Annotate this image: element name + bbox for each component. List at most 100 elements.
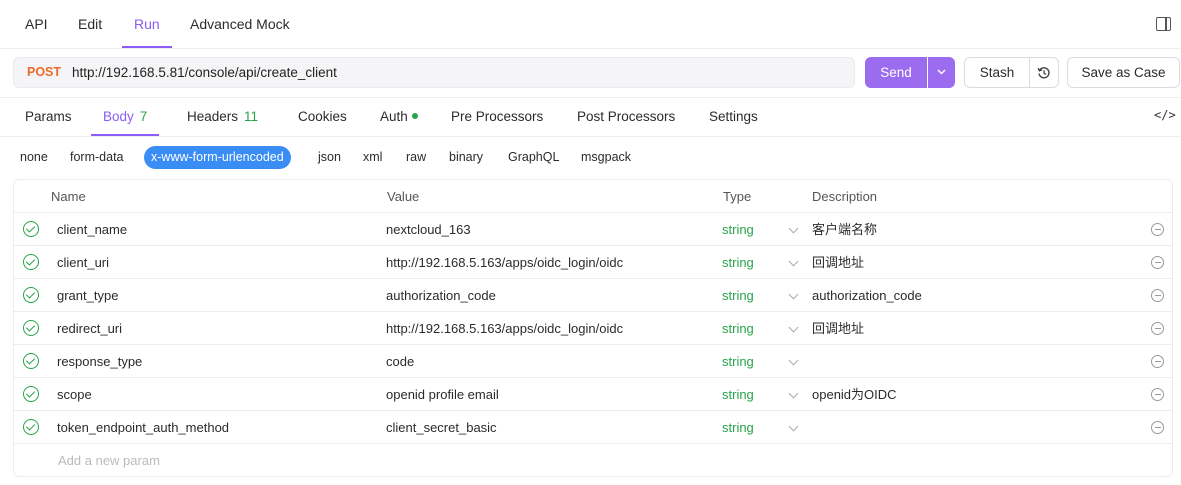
tab-params[interactable]: Params (25, 98, 72, 136)
param-value[interactable]: authorization_code (386, 279, 496, 312)
param-value[interactable]: nextcloud_163 (386, 213, 471, 246)
tab-pre-processors[interactable]: Pre Processors (451, 98, 543, 136)
tab-body-label: Body (103, 109, 134, 124)
param-value[interactable]: openid profile email (386, 378, 499, 411)
param-value[interactable]: http://192.168.5.163/apps/oidc_login/oid… (386, 246, 623, 279)
remove-row-icon[interactable] (1151, 322, 1164, 335)
param-name[interactable]: response_type (57, 345, 142, 378)
url-input[interactable]: http://192.168.5.81/console/api/create_c… (72, 58, 337, 87)
column-type: Type (723, 189, 752, 204)
tab-auth-label: Auth (380, 109, 408, 124)
body-count-badge: 7 (139, 109, 148, 124)
param-type[interactable]: string (722, 411, 754, 444)
enabled-check-icon[interactable] (23, 353, 39, 369)
tab-cookies[interactable]: Cookies (298, 98, 347, 136)
tab-pre-processors-label: Pre Processors (451, 109, 544, 124)
param-type[interactable]: string (722, 279, 754, 312)
url-bar[interactable]: POST http://192.168.5.81/console/api/cre… (13, 57, 855, 88)
tab-headers-label: Headers (187, 109, 239, 124)
tab-auth[interactable]: Auth (380, 98, 418, 136)
headers-count-badge: 11 (244, 109, 259, 124)
param-value[interactable]: client_secret_basic (386, 411, 497, 444)
param-name[interactable]: client_name (57, 213, 127, 246)
table-row: scope openid profile email string openid… (14, 378, 1172, 411)
body-type-none[interactable]: none (20, 146, 48, 169)
tab-edit[interactable]: Edit (78, 0, 102, 48)
param-name[interactable]: scope (57, 378, 92, 411)
enabled-check-icon[interactable] (23, 419, 39, 435)
type-chevron-down-icon[interactable] (788, 322, 799, 333)
enabled-check-icon[interactable] (23, 386, 39, 402)
tab-api[interactable]: API (25, 0, 48, 48)
param-description[interactable]: 客户端名称 (812, 213, 877, 246)
tab-body[interactable]: Body 7 (90, 98, 160, 136)
enabled-check-icon[interactable] (23, 320, 39, 336)
remove-row-icon[interactable] (1151, 355, 1164, 368)
top-tabs: API Edit Run Advanced Mock (0, 0, 1181, 48)
subtab-divider (0, 136, 1181, 137)
body-type-raw[interactable]: raw (406, 146, 426, 169)
enabled-check-icon[interactable] (23, 287, 39, 303)
param-name[interactable]: client_uri (57, 246, 109, 279)
tab-advanced-mock[interactable]: Advanced Mock (190, 0, 290, 48)
param-name[interactable]: grant_type (57, 279, 118, 312)
body-type-binary[interactable]: binary (449, 146, 483, 169)
type-chevron-down-icon[interactable] (788, 388, 799, 399)
tab-post-processors[interactable]: Post Processors (577, 98, 675, 136)
table-row: grant_type authorization_code string aut… (14, 279, 1172, 312)
param-type[interactable]: string (722, 213, 754, 246)
table-row: redirect_uri http://192.168.5.163/apps/o… (14, 312, 1172, 345)
type-chevron-down-icon[interactable] (788, 223, 799, 234)
tab-post-processors-label: Post Processors (577, 109, 676, 124)
type-chevron-down-icon[interactable] (788, 355, 799, 366)
tab-run[interactable]: Run (122, 0, 172, 48)
code-icon[interactable]: </> (1154, 108, 1176, 122)
type-chevron-down-icon[interactable] (788, 421, 799, 432)
body-type-form-data[interactable]: form-data (70, 146, 124, 169)
tab-settings[interactable]: Settings (709, 98, 758, 136)
param-name[interactable]: redirect_uri (57, 312, 122, 345)
enabled-check-icon[interactable] (23, 221, 39, 237)
type-chevron-down-icon[interactable] (788, 289, 799, 300)
table-row: client_name nextcloud_163 string 客户端名称 (14, 213, 1172, 246)
remove-row-icon[interactable] (1151, 388, 1164, 401)
param-type[interactable]: string (722, 246, 754, 279)
remove-row-icon[interactable] (1151, 256, 1164, 269)
table-row: response_type code string (14, 345, 1172, 378)
param-description[interactable]: 回调地址 (812, 312, 864, 345)
stash-button[interactable]: Stash (964, 57, 1030, 88)
remove-row-icon[interactable] (1151, 289, 1164, 302)
body-type-xml[interactable]: xml (363, 146, 382, 169)
send-button[interactable]: Send (865, 57, 927, 88)
column-description: Description (812, 189, 878, 204)
remove-row-icon[interactable] (1151, 223, 1164, 236)
param-description[interactable]: authorization_code (812, 279, 922, 312)
table-row: token_endpoint_auth_method client_secret… (14, 411, 1172, 444)
method-label[interactable]: POST (27, 58, 61, 87)
param-value[interactable]: http://192.168.5.163/apps/oidc_login/oid… (386, 312, 623, 345)
tab-headers[interactable]: Headers 11 (187, 98, 258, 136)
enabled-check-icon[interactable] (23, 254, 39, 270)
param-description[interactable]: 回调地址 (812, 246, 864, 279)
body-type-json[interactable]: json (318, 146, 341, 169)
body-type-msgpack[interactable]: msgpack (581, 146, 631, 169)
body-type-urlencoded[interactable]: x-www-form-urlencoded (144, 146, 291, 169)
add-param-input[interactable]: Add a new param (58, 444, 160, 477)
panel-toggle-icon[interactable] (1156, 17, 1171, 31)
params-table: Name Value Type Description client_name … (13, 179, 1173, 477)
param-type[interactable]: string (722, 312, 754, 345)
body-type-graphql[interactable]: GraphQL (508, 146, 559, 169)
param-name[interactable]: token_endpoint_auth_method (57, 411, 229, 444)
type-chevron-down-icon[interactable] (788, 256, 799, 267)
column-name: Name (51, 189, 86, 204)
send-dropdown-chevron-icon[interactable] (928, 57, 955, 88)
save-as-case-button[interactable]: Save as Case (1067, 57, 1180, 88)
remove-row-icon[interactable] (1151, 421, 1164, 434)
param-type[interactable]: string (722, 378, 754, 411)
param-description[interactable]: openid为OIDC (812, 378, 897, 411)
param-type[interactable]: string (722, 345, 754, 378)
column-value: Value (387, 189, 420, 204)
history-icon[interactable] (1029, 57, 1059, 88)
param-value[interactable]: code (386, 345, 414, 378)
table-header: Name Value Type Description (14, 180, 1172, 213)
